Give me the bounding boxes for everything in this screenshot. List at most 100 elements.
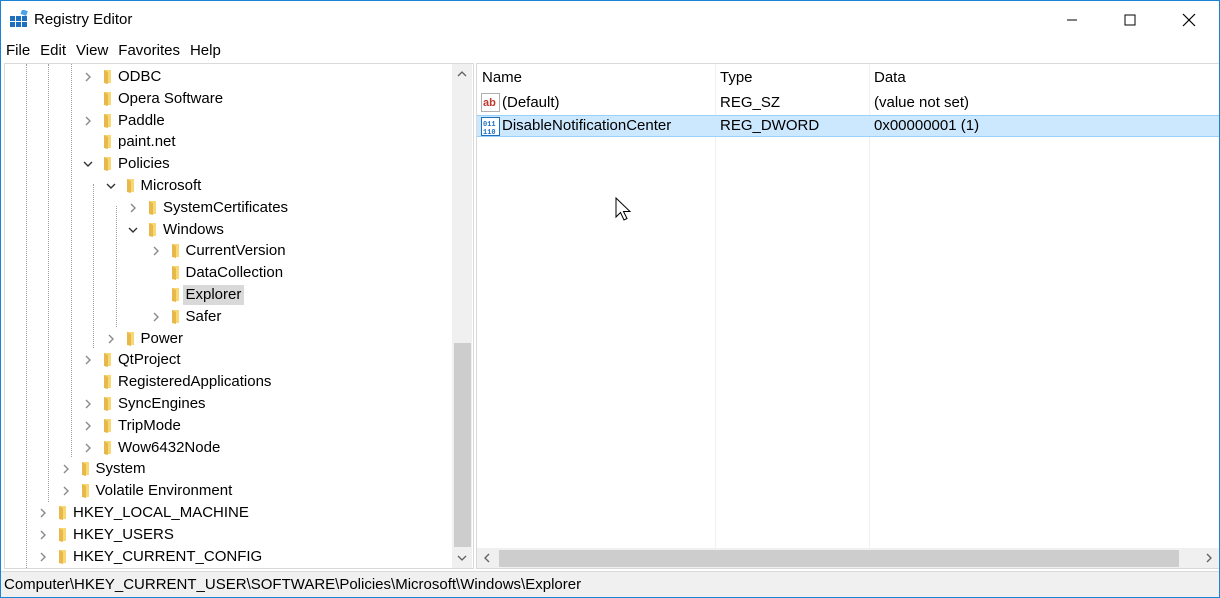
tree-node[interactable]: CurrentVersion: [5, 240, 452, 262]
tree-node[interactable]: Paddle: [5, 110, 452, 132]
tree-node-label[interactable]: Paddle: [115, 111, 168, 131]
tree-node-label[interactable]: SystemCertificates: [160, 198, 291, 218]
tree-node-label[interactable]: Opera Software: [115, 89, 226, 109]
tree-node[interactable]: Power: [5, 328, 452, 350]
minimize-button[interactable]: [1043, 1, 1101, 39]
tree-node-label[interactable]: SyncEngines: [115, 394, 209, 414]
maximize-button[interactable]: [1101, 1, 1159, 39]
menu-help[interactable]: Help: [185, 41, 226, 61]
scroll-down-button[interactable]: [452, 548, 472, 568]
tree-node-label[interactable]: Windows: [160, 220, 227, 240]
tree-node-label[interactable]: Safer: [183, 307, 225, 327]
tree-node[interactable]: Windows: [5, 219, 452, 241]
tree-node[interactable]: paint.net: [5, 131, 452, 153]
tree-node-label[interactable]: CurrentVersion: [183, 241, 289, 261]
collapsed-chevron-icon[interactable]: [150, 311, 162, 323]
collapsed-chevron-icon[interactable]: [82, 442, 94, 454]
tree-vertical-scrollbar[interactable]: [452, 64, 472, 568]
tree-node-label[interactable]: HKEY_LOCAL_MACHINE: [70, 503, 252, 523]
tree-node-label[interactable]: HKEY_USERS: [70, 525, 177, 545]
collapsed-chevron-icon[interactable]: [82, 420, 94, 432]
chevron-up-icon: [457, 71, 467, 77]
tree-scroll-thumb[interactable]: [454, 343, 471, 547]
tree-node[interactable]: Safer: [5, 306, 452, 328]
value-row[interactable]: 011 110 DisableNotificationCenter REG_DWORD…: [477, 115, 1219, 137]
scroll-right-button[interactable]: [1199, 548, 1219, 568]
column-header-type[interactable]: Type: [715, 64, 753, 92]
folder-icon: [104, 70, 111, 84]
tree-node[interactable]: HKEY_LOCAL_MACHINE: [5, 502, 452, 524]
tree-node[interactable]: Volatile Environment: [5, 480, 452, 502]
tree-node[interactable]: Opera Software: [5, 88, 452, 110]
collapsed-chevron-icon[interactable]: [150, 245, 162, 257]
collapsed-chevron-icon[interactable]: [60, 485, 72, 497]
registry-editor-icon: [10, 10, 28, 27]
collapsed-chevron-icon[interactable]: [127, 202, 139, 214]
menu-edit[interactable]: Edit: [35, 41, 71, 61]
tree-node[interactable]: Microsoft: [5, 175, 452, 197]
scroll-up-button[interactable]: [452, 64, 472, 84]
folder-icon: [104, 397, 111, 411]
tree-node[interactable]: Policies: [5, 153, 452, 175]
tree-node[interactable]: RegisteredApplications: [5, 371, 452, 393]
tree-node-label[interactable]: ODBC: [115, 67, 164, 87]
tree-node-label[interactable]: HKEY_CURRENT_CONFIG: [70, 547, 265, 567]
list-horizontal-scrollbar[interactable]: [477, 548, 1219, 568]
key-tree-pane[interactable]: ODBC Opera Software Paddle paint.net Policie…: [4, 63, 474, 569]
chevron-right-icon: [1206, 553, 1212, 563]
tree-node[interactable]: DataCollection: [5, 262, 452, 284]
menu-favorites[interactable]: Favorites: [113, 41, 185, 61]
expanded-chevron-icon[interactable]: [105, 180, 117, 192]
key-tree[interactable]: ODBC Opera Software Paddle paint.net Policie…: [5, 64, 452, 568]
tree-node-label[interactable]: Microsoft: [138, 176, 205, 196]
tree-node-label[interactable]: Explorer: [182, 285, 245, 305]
tree-node-label[interactable]: Wow6432Node: [115, 438, 223, 458]
tree-node-label[interactable]: TripMode: [115, 416, 184, 436]
folder-icon: [59, 506, 66, 520]
tree-node-label[interactable]: paint.net: [115, 132, 179, 152]
tree-node[interactable]: System: [5, 458, 452, 480]
tree-node-label[interactable]: Power: [138, 329, 187, 349]
tree-node-label[interactable]: Volatile Environment: [93, 481, 236, 501]
tree-node[interactable]: ODBC: [5, 66, 452, 88]
collapsed-chevron-icon[interactable]: [37, 529, 49, 541]
tree-node-label[interactable]: RegisteredApplications: [115, 372, 274, 392]
collapsed-chevron-icon[interactable]: [105, 333, 117, 345]
registry-editor-window: Registry Editor File Edit View Favorites…: [0, 0, 1220, 598]
current-key-path: Computer\HKEY_CURRENT_USER\SOFTWARE\Poli…: [4, 576, 582, 593]
expanded-chevron-icon[interactable]: [82, 158, 94, 170]
column-header-name[interactable]: Name: [477, 64, 522, 92]
column-header-data[interactable]: Data: [869, 64, 906, 92]
svg-text:011: 011: [483, 121, 496, 129]
scroll-left-button[interactable]: [477, 548, 497, 568]
tree-node-label[interactable]: QtProject: [115, 350, 184, 370]
status-bar: Computer\HKEY_CURRENT_USER\SOFTWARE\Poli…: [1, 571, 1219, 597]
tree-node[interactable]: HKEY_CURRENT_CONFIG: [5, 546, 452, 568]
list-scroll-thumb[interactable]: [499, 550, 1179, 567]
collapsed-chevron-icon[interactable]: [37, 507, 49, 519]
collapsed-chevron-icon[interactable]: [82, 354, 94, 366]
expanded-chevron-icon[interactable]: [127, 224, 139, 236]
tree-node[interactable]: HKEY_USERS: [5, 524, 452, 546]
collapsed-chevron-icon[interactable]: [82, 115, 94, 127]
tree-node-label[interactable]: System: [93, 459, 149, 479]
tree-node[interactable]: Explorer: [5, 284, 452, 306]
tree-node[interactable]: SystemCertificates: [5, 197, 452, 219]
folder-icon: [104, 135, 111, 150]
values-list-pane[interactable]: Name Type Data ab (Default) REG_SZ (value n…: [476, 63, 1219, 569]
collapsed-chevron-icon[interactable]: [37, 551, 49, 563]
tree-node[interactable]: QtProject: [5, 349, 452, 371]
tree-node[interactable]: SyncEngines: [5, 393, 452, 415]
close-button[interactable]: [1160, 1, 1218, 39]
collapsed-chevron-icon[interactable]: [82, 71, 94, 83]
menu-file[interactable]: File: [1, 41, 35, 61]
tree-node-label[interactable]: Policies: [115, 154, 173, 174]
value-row[interactable]: ab (Default) REG_SZ (value not set): [477, 92, 1219, 114]
tree-node[interactable]: Wow6432Node: [5, 437, 452, 459]
menu-view[interactable]: View: [71, 41, 113, 61]
collapsed-chevron-icon[interactable]: [82, 398, 94, 410]
collapsed-chevron-icon[interactable]: [60, 463, 72, 475]
tree-node[interactable]: TripMode: [5, 415, 452, 437]
title-bar[interactable]: Registry Editor: [1, 1, 1219, 39]
tree-node-label[interactable]: DataCollection: [183, 263, 287, 283]
